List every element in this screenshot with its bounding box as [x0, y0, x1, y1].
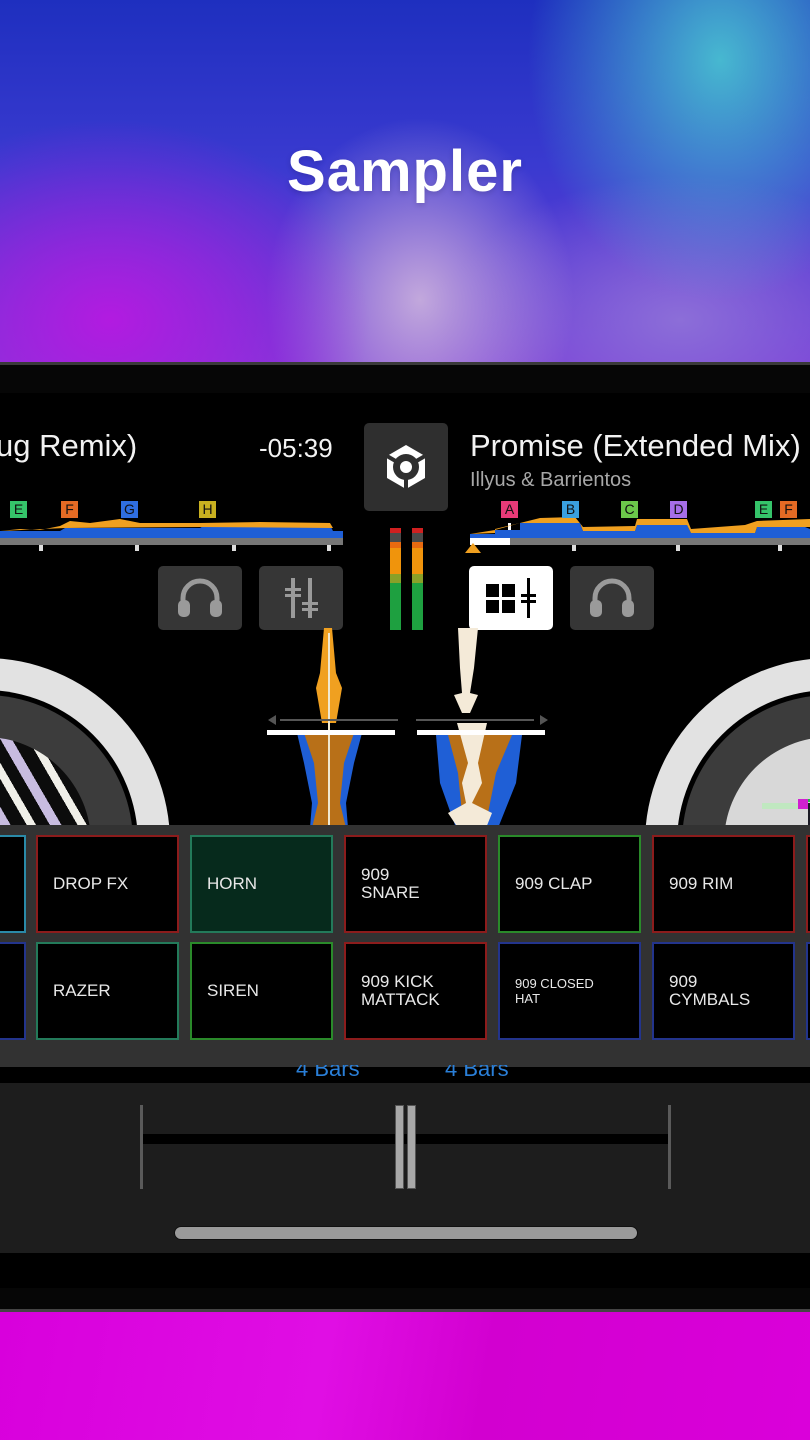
headphones-icon [590, 578, 634, 617]
vu-meter-right [412, 528, 423, 630]
vu-meter-left [390, 528, 401, 630]
right-deck-artist: Illyus & Barrientos [470, 469, 632, 491]
sampler-pad[interactable] [806, 942, 810, 1040]
app-screen: ug Remix) -05:39 Promise (Extended Mix) … [0, 393, 810, 1288]
sampler-pad[interactable]: 909 RIM [652, 835, 795, 933]
sampler-pad[interactable]: SIREN [190, 942, 333, 1040]
background-gradient-bottom [0, 1310, 810, 1440]
phone-frame: ug Remix) -05:39 Promise (Extended Mix) … [0, 362, 810, 1312]
crossfader-left-stop [140, 1105, 143, 1189]
right-deck-waveform-overview[interactable]: A B C D E F [465, 501, 810, 553]
left-headphones-cue-button[interactable] [158, 566, 242, 630]
sampler-pad-label: DROP FX [53, 874, 129, 893]
cue-marker[interactable]: E [755, 501, 772, 518]
cue-marker[interactable]: E [10, 501, 27, 518]
right-headphones-cue-button[interactable] [570, 566, 654, 630]
sampler-pad[interactable]: 909 CYMBALS [652, 942, 795, 1040]
sampler-pad[interactable] [0, 835, 26, 933]
sampler-pad-label: 909 RIM [669, 874, 734, 893]
sampler-pad[interactable]: DROP FX [36, 835, 179, 933]
mixer-view-button[interactable] [259, 566, 343, 630]
sampler-pad[interactable]: 909 KICK MATTACK [344, 942, 487, 1040]
right-loop-length-label[interactable]: 4 Bars [445, 1065, 509, 1079]
cue-marker[interactable]: D [670, 501, 687, 518]
sampler-pad[interactable] [806, 835, 810, 933]
sampler-grid-icon [486, 578, 536, 618]
right-deck-track-title: Promise (Extended Mix) [470, 428, 801, 463]
mixer-faders-icon [285, 578, 318, 618]
crossfader-panel [0, 1083, 810, 1253]
cue-marker[interactable]: C [621, 501, 638, 518]
sampler-pad[interactable]: 909 CLAP [498, 835, 641, 933]
headphones-icon [178, 578, 222, 617]
cue-marker[interactable]: G [121, 501, 138, 518]
app-logo-button[interactable] [364, 423, 448, 511]
sampler-pad[interactable] [0, 942, 26, 1040]
sampler-pad-label: 909 CLOSED HAT [515, 976, 594, 1006]
left-deck-time-remaining: -05:39 [259, 433, 333, 463]
sampler-pad-label: 909 SNARE [361, 865, 420, 902]
sampler-pad-label: 909 CLAP [515, 874, 593, 893]
sampler-pad-label: SIREN [207, 981, 259, 1000]
sampler-pad-label: RAZER [53, 981, 111, 1000]
left-deck-waveform-overview[interactable]: E F G H [0, 501, 345, 551]
sampler-pad-label: HORN [207, 874, 258, 893]
left-loop-length-label[interactable]: 4 Bars [296, 1065, 360, 1079]
horizontal-scrollbar[interactable] [174, 1226, 638, 1240]
sampler-view-button[interactable] [469, 566, 553, 630]
sampler-pad[interactable]: HORN [190, 835, 333, 933]
crossfader-handle[interactable] [394, 1105, 404, 1189]
sampler-pad-label: 909 KICK MATTACK [361, 972, 440, 1009]
crossfader-right-stop [668, 1105, 671, 1189]
page-headline: Sampler [287, 139, 523, 204]
sampler-pad[interactable]: 909 SNARE [344, 835, 487, 933]
crossfader-handle[interactable] [406, 1105, 416, 1189]
left-deck-track-title: ug Remix) [0, 428, 138, 463]
sampler-pad-panel: DROP FX HORN 909 SNARE 909 CLAP 909 RIM RAZE… [0, 825, 810, 1067]
cue-marker[interactable]: B [562, 501, 579, 518]
waveform-visualizer [267, 628, 548, 828]
sampler-pad-label: 909 CYMBALS [669, 972, 751, 1009]
crossfader-track[interactable] [143, 1134, 668, 1144]
sampler-pad[interactable]: 909 CLOSED HAT [498, 942, 641, 1040]
cue-marker[interactable]: A [501, 501, 518, 518]
cue-marker[interactable]: F [61, 501, 78, 518]
app-logo-icon [385, 445, 427, 489]
left-waveform-svg [0, 519, 343, 551]
sampler-pad[interactable]: RAZER [36, 942, 179, 1040]
cue-marker[interactable]: H [199, 501, 216, 518]
cue-marker[interactable]: F [780, 501, 797, 518]
